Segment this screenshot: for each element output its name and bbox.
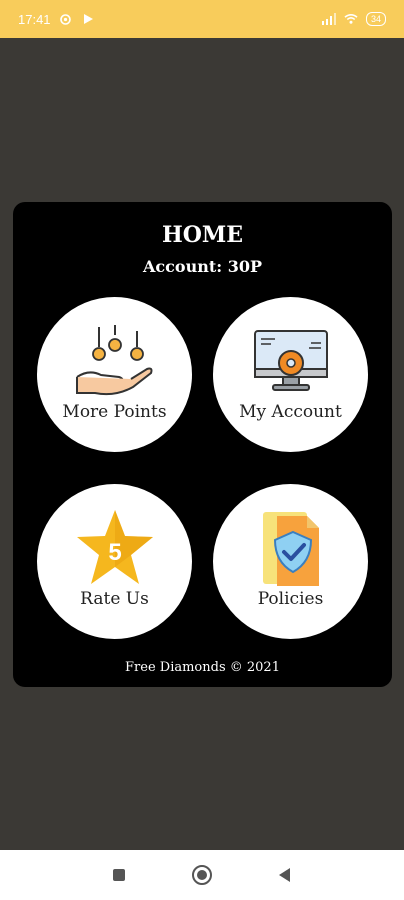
tile-label-policies: Policies	[257, 589, 324, 609]
home-button[interactable]	[192, 865, 212, 885]
my-account-button[interactable]: My Account	[213, 297, 368, 452]
monitor-gear-icon	[251, 329, 331, 397]
home-card: HOME Account: 30P More Points My Account…	[13, 202, 392, 687]
shield-document-icon	[259, 510, 323, 592]
footer-copyright: Free Diamonds © 2021	[125, 660, 280, 675]
signal-icon	[321, 12, 336, 26]
settings-icon	[59, 12, 73, 26]
status-right: 34	[321, 12, 386, 26]
status-bar: 17:41 34	[0, 0, 404, 38]
wifi-icon	[344, 12, 358, 26]
tile-label-more-points: More Points	[62, 402, 167, 422]
status-time: 17:41	[18, 11, 51, 27]
status-left: 17:41	[18, 12, 95, 27]
rate-us-button[interactable]: 5 Rate Us	[37, 484, 192, 639]
play-icon	[81, 12, 95, 26]
back-button[interactable]	[279, 868, 290, 882]
battery-icon: 34	[365, 12, 386, 26]
recents-button[interactable]	[113, 869, 125, 881]
page-title: HOME	[161, 222, 244, 248]
navigation-bar	[0, 850, 404, 900]
star-icon: 5	[75, 508, 155, 590]
tile-label-rate-us: Rate Us	[80, 589, 149, 609]
tile-label-my-account: My Account	[239, 402, 342, 422]
coins-hand-icon	[75, 325, 155, 401]
more-points-button[interactable]: More Points	[37, 297, 192, 452]
star-number: 5	[108, 539, 121, 566]
account-points: Account: 30P	[143, 257, 262, 276]
policies-button[interactable]: Policies	[213, 484, 368, 639]
